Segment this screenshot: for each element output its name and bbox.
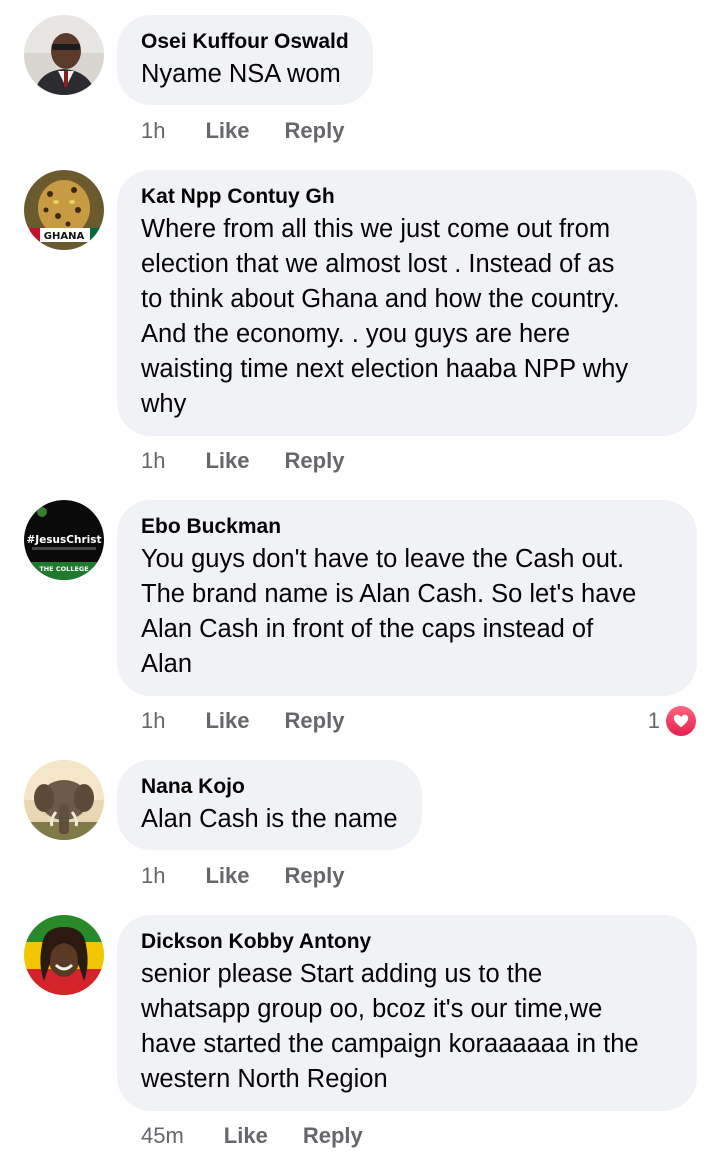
comment-timestamp[interactable]: 45m [141, 1123, 184, 1149]
reply-button[interactable]: Reply [285, 118, 345, 144]
avatar-caption: #JesusChrist [26, 534, 101, 546]
comment-text: You guys don't have to leave the Cash ou… [141, 545, 637, 678]
avatar-caption: GHANA [44, 231, 85, 242]
avatar[interactable]: GHANA [24, 170, 104, 250]
comment-text: Where from all this we just come out fro… [141, 215, 629, 418]
avatar[interactable] [24, 15, 104, 95]
comment-bubble: Dickson Kobby Antony senior please Start… [117, 915, 697, 1111]
comment-actions: 45m Like Reply [141, 1121, 363, 1151]
leopard-avatar-icon: GHANA [24, 170, 104, 250]
comment-timestamp[interactable]: 1h [141, 118, 165, 144]
like-button[interactable]: Like [224, 1123, 268, 1149]
comment-author[interactable]: Nana Kojo [141, 774, 398, 800]
comment-text: senior please Start adding us to the wha… [141, 960, 639, 1093]
reply-button[interactable]: Reply [285, 708, 345, 734]
avatar[interactable]: #JesusChrist THE COLLEGE [24, 500, 104, 580]
jesuschrist-avatar-icon: #JesusChrist THE COLLEGE [24, 500, 104, 580]
like-button[interactable]: Like [205, 708, 249, 734]
comment-bubble: Ebo Buckman You guys don't have to leave… [117, 500, 697, 696]
comment-actions: 1h Like Reply [141, 706, 344, 736]
like-button[interactable]: Like [205, 863, 249, 889]
comment-timestamp[interactable]: 1h [141, 863, 165, 889]
avatar-caption: THE COLLEGE [39, 565, 88, 573]
like-button[interactable]: Like [205, 118, 249, 144]
elephant-avatar-icon [24, 760, 104, 840]
comment-bubble: Nana Kojo Alan Cash is the name [117, 760, 422, 850]
comment-bubble: Osei Kuffour Oswald Nyame NSA wom [117, 15, 373, 105]
profile-photo-icon [24, 15, 104, 95]
reply-button[interactable]: Reply [285, 448, 345, 474]
comment-author[interactable]: Ebo Buckman [141, 514, 673, 540]
comment-author[interactable]: Kat Npp Contuy Gh [141, 184, 673, 210]
comment-actions: 1h Like Reply [141, 116, 344, 146]
reaction-count: 1 [647, 708, 660, 733]
love-heart-icon [666, 706, 696, 736]
avatar[interactable] [24, 760, 104, 840]
comment-author[interactable]: Osei Kuffour Oswald [141, 29, 349, 55]
comment-text: Nyame NSA wom [141, 60, 341, 88]
comment-timestamp[interactable]: 1h [141, 708, 165, 734]
comment-actions: 1h Like Reply [141, 446, 344, 476]
like-button[interactable]: Like [205, 448, 249, 474]
reaction-summary[interactable]: 1 [648, 704, 696, 738]
avatar[interactable] [24, 915, 104, 995]
comment-bubble: Kat Npp Contuy Gh Where from all this we… [117, 170, 697, 436]
reggae-avatar-icon [24, 915, 104, 995]
comment-timestamp[interactable]: 1h [141, 448, 165, 474]
reply-button[interactable]: Reply [285, 863, 345, 889]
reply-button[interactable]: Reply [303, 1123, 363, 1149]
comment-text: Alan Cash is the name [141, 805, 398, 833]
comment-author[interactable]: Dickson Kobby Antony [141, 929, 673, 955]
comment-actions: 1h Like Reply [141, 861, 344, 891]
